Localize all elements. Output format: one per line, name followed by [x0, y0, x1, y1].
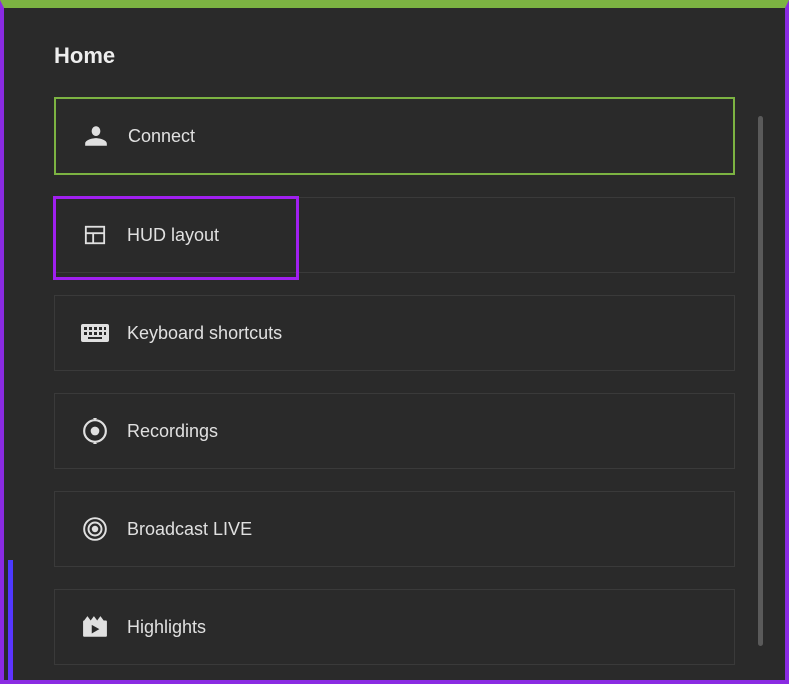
menu-item-label: Broadcast LIVE — [127, 519, 252, 540]
main-container: Home Connect HUD layout — [4, 8, 785, 680]
record-icon — [81, 418, 109, 444]
page-title: Home — [54, 43, 773, 69]
menu-item-connect[interactable]: Connect — [54, 97, 735, 175]
window-border: Home Connect HUD layout — [0, 0, 789, 684]
menu-item-label: HUD layout — [127, 225, 219, 246]
menu-item-keyboard-shortcuts[interactable]: Keyboard shortcuts — [54, 295, 735, 371]
menu-item-broadcast-live[interactable]: Broadcast LIVE — [54, 491, 735, 567]
scrollbar[interactable] — [758, 116, 763, 646]
menu-item-label: Highlights — [127, 617, 206, 638]
menu-item-label: Recordings — [127, 421, 218, 442]
menu-item-label: Keyboard shortcuts — [127, 323, 282, 344]
user-icon — [82, 123, 110, 149]
menu-item-hud-layout[interactable]: HUD layout — [54, 197, 735, 273]
layout-icon — [81, 222, 109, 248]
keyboard-icon — [81, 320, 109, 346]
menu-list: Connect HUD layout — [54, 97, 773, 665]
broadcast-icon — [81, 516, 109, 542]
film-icon — [81, 614, 109, 640]
menu-item-recordings[interactable]: Recordings — [54, 393, 735, 469]
left-accent — [8, 560, 13, 680]
menu-item-label: Connect — [128, 126, 195, 147]
menu-item-highlights[interactable]: Highlights — [54, 589, 735, 665]
